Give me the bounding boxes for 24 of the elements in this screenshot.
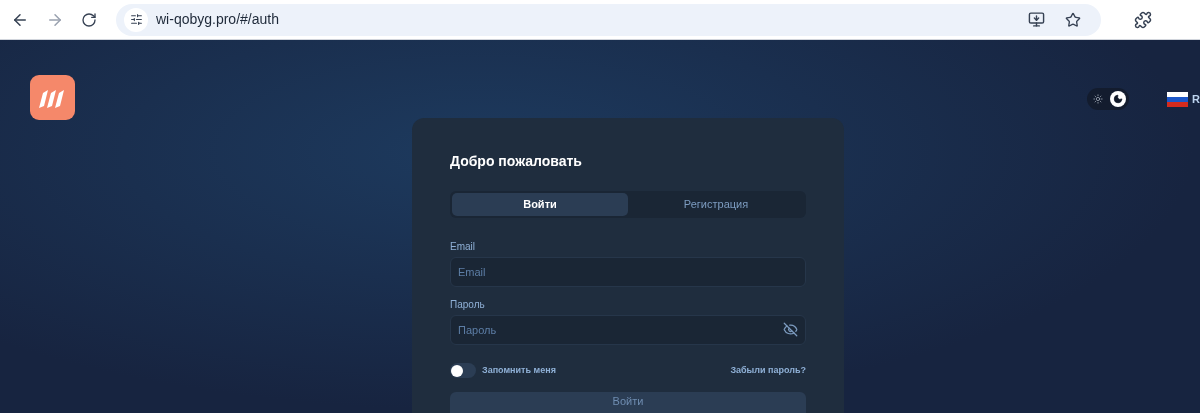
remember-switch[interactable] xyxy=(450,363,476,378)
bookmark-star-icon[interactable] xyxy=(1065,11,1081,28)
password-field[interactable]: Пароль xyxy=(450,315,806,345)
url-text: wi-qobyg.pro/#/auth xyxy=(156,10,279,29)
sun-icon xyxy=(1093,94,1104,104)
install-icon[interactable] xyxy=(1028,11,1045,28)
theme-toggle[interactable] xyxy=(1087,88,1130,110)
reload-icon[interactable] xyxy=(81,11,97,28)
auth-tab[interactable]: Регистрация xyxy=(628,193,804,216)
logo-icon[interactable] xyxy=(30,75,75,120)
card-title: Добро пожаловать xyxy=(450,152,583,171)
extensions-icon[interactable] xyxy=(1134,10,1152,29)
flag-icon[interactable] xyxy=(1167,91,1189,107)
field-label: Пароль xyxy=(450,299,486,311)
address-bar[interactable]: wi-qobyg.pro/#/auth xyxy=(116,3,1101,36)
hide-password-icon[interactable] xyxy=(783,322,798,337)
field-label: Email xyxy=(450,241,476,253)
language-label[interactable]: R xyxy=(1192,90,1200,108)
forgot-password-link[interactable]: Забыли пароль? xyxy=(730,363,806,378)
site-settings-icon[interactable] xyxy=(124,7,148,32)
moon-icon xyxy=(1113,94,1124,104)
auth-tab[interactable]: Войти xyxy=(452,193,628,216)
remember-label: Запомнить меня xyxy=(482,363,556,377)
email-field[interactable]: Email xyxy=(450,257,806,287)
